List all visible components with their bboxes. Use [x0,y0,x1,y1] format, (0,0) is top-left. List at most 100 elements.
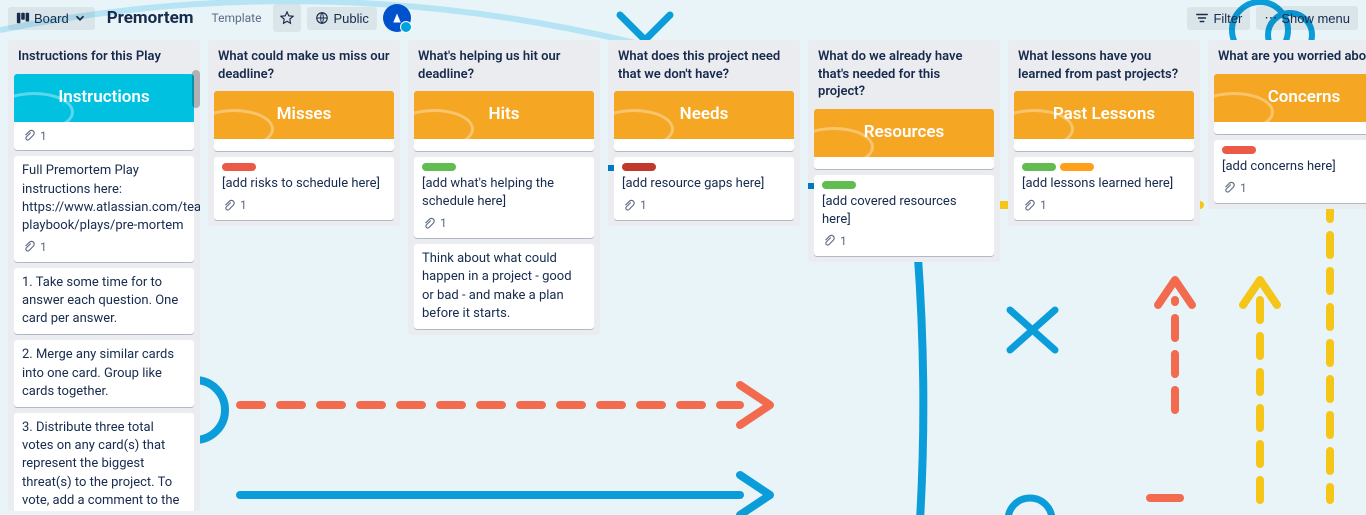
card-wrap: 2. Merge any similar cards into one card… [14,340,194,407]
board-title[interactable]: Premortem [101,8,200,28]
card-text: [add resource gaps here] [622,175,786,193]
star-icon [280,11,294,25]
label-red[interactable] [1222,146,1256,154]
visibility-button[interactable]: Public [307,7,376,30]
filter-button[interactable]: Filter [1187,7,1250,30]
card-wrap: 1. Take some time for to answer each que… [14,268,194,335]
card[interactable]: [add resource gaps here] 1 [614,157,794,220]
card-badges: 1 [622,197,786,214]
list-cards: Hits [add what's helping the schedule her… [408,91,600,335]
board-canvas[interactable]: Instructions for this PlayInstructions 1 F… [0,36,1366,515]
list-cards: Needs [add resource gaps here] 1 [608,91,800,226]
card-badges: 1 [22,128,186,145]
card[interactable]: Instructions 1 [14,74,194,151]
card[interactable]: 1. Take some time for to answer each que… [14,268,194,335]
list: What could make us miss our deadline? Mis… [208,40,400,226]
attachment-count: 1 [440,215,447,232]
label-orange[interactable] [1060,163,1094,171]
list: What's helping us hit our deadline? Hits [… [408,40,600,335]
card[interactable]: [add what's helping the schedule here] 1 [414,157,594,238]
card-badges: 1 [822,233,986,250]
board-header: Board Premortem Template Public Filter ⋯… [0,0,1366,36]
card[interactable]: Past Lessons [1014,91,1194,151]
card-wrap: Concerns [1214,74,1366,134]
attachment-count: 1 [40,128,47,145]
card-wrap: Past Lessons [1014,91,1194,151]
card[interactable]: Resources [814,109,994,169]
attachment-count: 1 [640,197,647,214]
card-text: Full Premortem Play instructions here: h… [22,162,186,235]
card[interactable]: Needs [614,91,794,151]
list-title[interactable]: What lessons have you learned from past … [1008,40,1200,91]
card[interactable]: Concerns [1214,74,1366,134]
list-title[interactable]: Instructions for this Play [8,40,200,74]
card-wrap: [add resource gaps here] 1 [614,157,794,220]
attachment-icon [1222,181,1236,195]
label-dred[interactable] [622,163,656,171]
label-green[interactable] [822,181,856,189]
card-cover-text: Hits [489,103,520,127]
card-wrap: Instructions 1 [14,74,194,151]
card-wrap: Think about what could happen in a proje… [414,244,594,329]
card-wrap: [add concerns here] 1 [1214,140,1366,203]
list-title[interactable]: What could make us miss our deadline? [208,40,400,91]
list-title[interactable]: What's helping us hit our deadline? [408,40,600,91]
star-button[interactable] [273,4,301,32]
attachment-icon [422,217,436,231]
card-cover: Resources [814,109,994,157]
label-green[interactable] [1022,163,1056,171]
card[interactable]: [add risks to schedule here]1 [214,157,394,220]
scrollbar-thumb[interactable] [192,70,200,108]
card-wrap: Full Premortem Play instructions here: h… [14,156,194,262]
card[interactable]: [add lessons learned here] 1 [1014,157,1194,220]
list-cards: Concerns [add concerns here] 1 [1208,74,1366,209]
list: What lessons have you learned from past … [1008,40,1200,226]
list-title[interactable]: What do we already have that's needed fo… [808,40,1000,109]
card[interactable]: Think about what could happen in a proje… [414,244,594,329]
card-badges: 1 [222,197,386,214]
card-text: [add lessons learned here] [1022,175,1186,193]
list: What are you worried about?Concerns [add … [1208,40,1366,209]
card-text: Think about what could happen in a proje… [422,250,586,323]
list: What do we already have that's needed fo… [808,40,1000,262]
list-title[interactable]: What are you worried about? [1208,40,1366,74]
card-badges: 1 [1222,180,1366,197]
chevron-down-icon [73,11,87,25]
card-cover: Past Lessons [1014,91,1194,139]
label-red[interactable] [222,163,256,171]
card-text: [add concerns here] [1222,158,1366,176]
card-text: 3. Distribute three total votes on any c… [22,419,186,511]
visibility-label: Public [333,11,368,26]
card[interactable]: [add covered resources here]1 [814,175,994,256]
card-text: [add what's helping the schedule here] [422,175,586,211]
card-labels [222,163,386,171]
avatar[interactable] [383,4,411,32]
filter-icon [1195,11,1209,25]
card-wrap: Resources [814,109,994,169]
card[interactable]: 2. Merge any similar cards into one card… [14,340,194,407]
card-badges: 1 [1022,197,1186,214]
template-badge[interactable]: Template [206,9,268,27]
card[interactable]: Misses [214,91,394,151]
label-green[interactable] [422,163,456,171]
view-switcher-button[interactable]: Board [8,7,95,30]
card-wrap: Hits [414,91,594,151]
card-cover: Concerns [1214,74,1366,122]
list-title[interactable]: What does this project need that we don'… [608,40,800,91]
attachment-count: 1 [1040,197,1047,214]
card[interactable]: Full Premortem Play instructions here: h… [14,156,194,262]
list-cards: Past Lessons [add lessons learned here] 1 [1008,91,1200,226]
show-menu-button[interactable]: ⋯ Show menu [1256,6,1358,30]
list-cards: Resources [add covered resources here]1 [808,109,1000,262]
card-cover-text: Misses [277,103,332,127]
attachment-count: 1 [240,197,247,214]
unread-marker [808,183,814,189]
menu-ellipsis-icon: ⋯ [1264,10,1277,26]
card[interactable]: 3. Distribute three total votes on any c… [14,413,194,511]
card-labels [1222,146,1366,154]
card-cover-text: Needs [680,103,729,127]
card-text: 1. Take some time for to answer each que… [22,274,186,329]
card[interactable]: Hits [414,91,594,151]
card[interactable]: [add concerns here] 1 [1214,140,1366,203]
card-cover: Instructions [14,74,194,122]
